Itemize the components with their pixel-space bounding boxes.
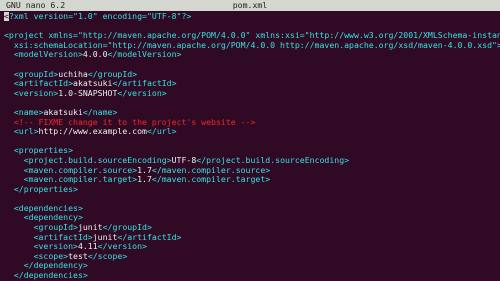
code-token: 4.11 (77, 242, 98, 252)
code-line[interactable]: <project xmlns="http://maven.apache.org/… (4, 31, 500, 41)
code-token: uchiha (58, 69, 88, 79)
code-line[interactable]: <name>akatsuki</name> (4, 108, 500, 118)
code-token: <project.build.sourceEncoding> (4, 155, 172, 165)
filename-label: pom.xml (232, 0, 268, 10)
code-line[interactable] (4, 22, 500, 32)
code-token: <modelVersion> (4, 50, 83, 60)
code-line[interactable]: <scope>test</scope> (4, 252, 500, 262)
code-line[interactable]: <groupId>junit</groupId> (4, 223, 500, 233)
code-line[interactable]: <properties> (4, 146, 500, 156)
code-line[interactable]: <groupId>uchiha</groupId> (4, 70, 500, 80)
code-token: </scope> (87, 251, 128, 261)
code-token: <scope> (4, 251, 69, 261)
code-line[interactable]: </properties> (4, 185, 500, 195)
code-line[interactable]: <!-- FIXME change it to the project's we… (4, 118, 500, 128)
code-token: <project xmlns="http://maven.apache.org/… (4, 31, 500, 41)
code-line[interactable]: <?xml version="1.0" encoding="UTF-8"?> (4, 12, 500, 22)
text-editor-area[interactable]: <?xml version="1.0" encoding="UTF-8"?> <p… (0, 11, 500, 281)
code-token: <version> (4, 88, 59, 98)
code-line[interactable]: <maven.compiler.source>1.7</maven.compil… (4, 166, 500, 176)
code-token: </version> (117, 88, 167, 98)
code-line[interactable] (4, 60, 500, 70)
code-line[interactable]: <artifactId>junit</artifactId> (4, 233, 500, 243)
code-token: <maven.compiler.target> (4, 175, 138, 185)
code-line[interactable]: <artifactId>akatsuki</artifactId> (4, 79, 500, 89)
nano-title-bar: GNU nano 6.2 pom.xml (0, 0, 500, 11)
code-token: akatsuki (73, 79, 113, 89)
code-token: <artifactId> (4, 232, 93, 242)
code-token: <groupId> (4, 69, 59, 79)
code-line[interactable]: <version>1.0-SNAPSHOT</version> (4, 89, 500, 99)
code-line[interactable] (4, 98, 500, 108)
code-token: </artifactId> (112, 79, 177, 89)
code-token: </project.build.sourceEncoding> (196, 155, 350, 165)
code-token: </maven.compiler.source> (151, 165, 271, 175)
code-line[interactable]: </dependency> (4, 261, 500, 271)
code-token: akatsuki (43, 107, 83, 117)
code-token: <maven.compiler.source> (4, 165, 138, 175)
code-token: http://www.example.com (38, 127, 147, 137)
code-token: 1.7 (137, 165, 152, 175)
code-token: </properties> (4, 184, 78, 194)
code-token: <version> (4, 242, 78, 252)
code-token: 1.0-SNAPSHOT (58, 88, 118, 98)
code-token: 1.7 (137, 175, 152, 185)
code-token: <properties> (4, 146, 74, 156)
code-token: test (68, 251, 88, 261)
code-token: </maven.compiler.target> (151, 175, 271, 185)
code-token: <dependencies> (4, 203, 83, 213)
code-line[interactable]: <dependencies> (4, 204, 500, 214)
code-token: 4.0.0 (82, 50, 108, 60)
code-token: <artifactId> (4, 79, 74, 89)
code-line[interactable]: </dependencies> (4, 271, 500, 281)
code-token: <dependency> (4, 213, 83, 223)
code-token: </groupId> (87, 69, 138, 79)
code-token: xsi:schemaLocation="http://maven.apache.… (4, 40, 500, 50)
code-token: ?xml version="1.0" encoding="UTF-8"?> (8, 12, 192, 21)
code-token: </artifactId> (117, 232, 182, 242)
code-token: junit (77, 223, 103, 233)
code-line[interactable] (4, 137, 500, 147)
code-line[interactable]: <project.build.sourceEncoding>UTF-8</pro… (4, 156, 500, 166)
code-token: </name> (82, 107, 118, 117)
code-token: </dependency> (4, 261, 88, 271)
code-line[interactable]: <maven.compiler.target>1.7</maven.compil… (4, 175, 500, 185)
code-token: junit (92, 232, 118, 242)
code-line[interactable]: <url>http://www.example.com</url> (4, 127, 500, 137)
code-line[interactable]: <dependency> (4, 213, 500, 223)
code-token: </groupId> (102, 223, 152, 233)
code-line[interactable] (4, 194, 500, 204)
code-line[interactable]: <version>4.11</version> (4, 242, 500, 252)
code-line[interactable]: xsi:schemaLocation="http://maven.apache.… (4, 41, 500, 51)
code-token: </url> (146, 127, 177, 137)
code-token: </modelVersion> (107, 50, 182, 60)
code-token: </version> (97, 242, 147, 252)
code-token: <url> (4, 127, 39, 137)
code-token: UTF-8 (171, 155, 197, 165)
code-token: </dependencies> (4, 271, 88, 281)
code-token: <name> (4, 107, 44, 117)
code-token: <groupId> (4, 223, 78, 233)
code-line[interactable]: <modelVersion>4.0.0</modelVersion> (4, 50, 500, 60)
code-token: <!-- FIXME change it to the project's we… (4, 117, 256, 127)
